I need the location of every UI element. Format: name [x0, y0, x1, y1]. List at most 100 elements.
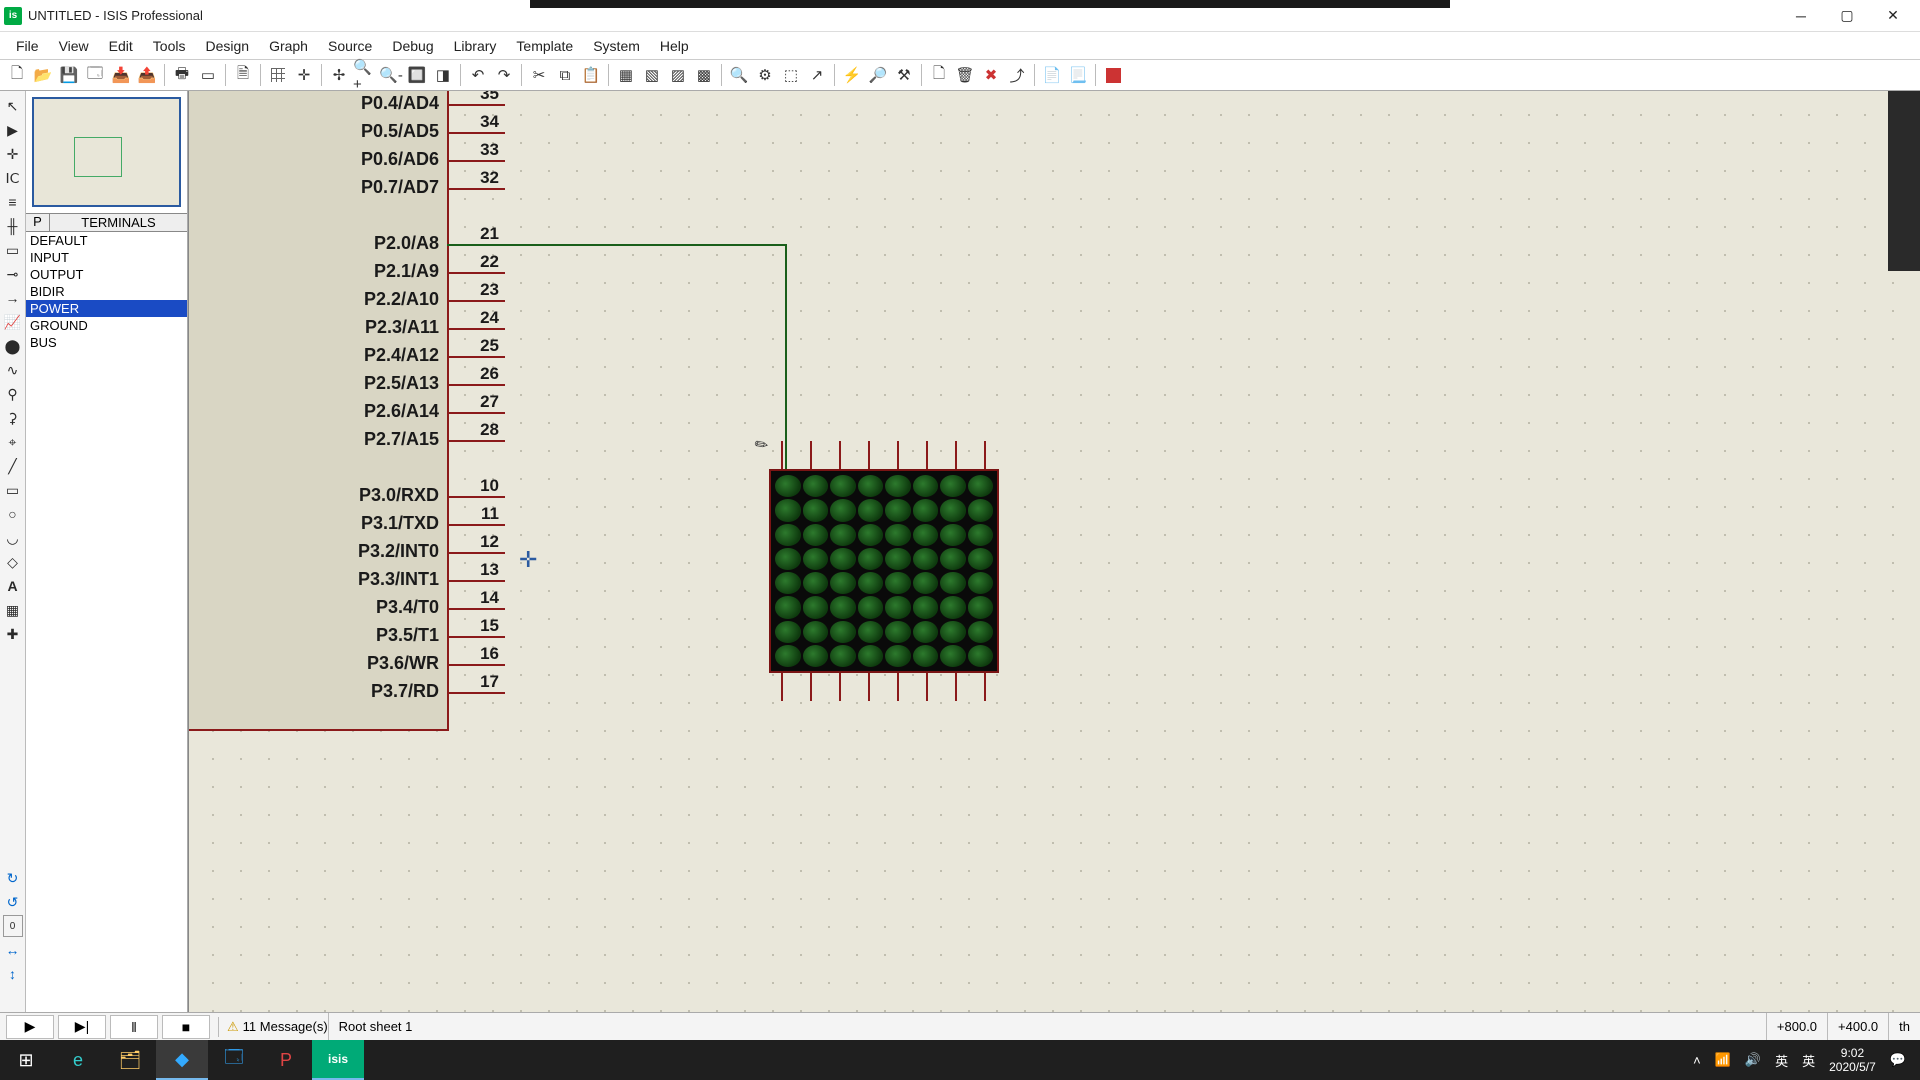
matrix-pin[interactable] — [897, 441, 899, 469]
instrument-icon[interactable]: ⌖ — [2, 431, 24, 453]
make-device-icon[interactable]: ⚙ — [752, 62, 778, 88]
action-center-icon[interactable]: 💬 — [1890, 1052, 1906, 1068]
export-icon[interactable]: 📤 — [134, 62, 160, 88]
tray-chevron-icon[interactable]: ˄ — [1693, 1053, 1701, 1068]
ime-indicator-2[interactable]: 英 — [1802, 1051, 1815, 1070]
list-item[interactable]: BIDIR — [26, 283, 187, 300]
matrix-pin[interactable] — [868, 673, 870, 701]
selector-list[interactable]: DEFAULT INPUT OUTPUT BIDIR POWER GROUND … — [26, 232, 187, 351]
arc-2d-icon[interactable]: ◡ — [2, 527, 24, 549]
pause-button[interactable]: ‖ — [110, 1015, 158, 1039]
start-button[interactable]: ⊞ — [0, 1040, 52, 1080]
bom-icon[interactable]: 📄 — [1039, 62, 1065, 88]
probe-v-icon[interactable]: ⚲ — [2, 383, 24, 405]
tape-mode-icon[interactable]: ⬤ — [2, 335, 24, 357]
menu-file[interactable]: File — [6, 35, 49, 57]
matrix-pin[interactable] — [897, 673, 899, 701]
block-move-icon[interactable]: ▧ — [639, 62, 665, 88]
mcu-component[interactable]: 35P0.4/AD434P0.5/AD533P0.6/AD632P0.7/AD7… — [189, 91, 449, 731]
line-2d-icon[interactable]: ╱ — [2, 455, 24, 477]
generator-icon[interactable]: ∿ — [2, 359, 24, 381]
circle-2d-icon[interactable]: ○ — [2, 503, 24, 525]
text-2d-icon[interactable]: A — [2, 575, 24, 597]
zoom-area-icon[interactable]: ◨ — [430, 62, 456, 88]
open-file-icon[interactable]: 📂 — [30, 62, 56, 88]
matrix-pin[interactable] — [926, 441, 928, 469]
matrix-pin[interactable] — [984, 441, 986, 469]
box-2d-icon[interactable]: ▭ — [2, 479, 24, 501]
messages-count[interactable]: 11 Message(s) — [243, 1019, 328, 1034]
list-item[interactable]: BUS — [26, 334, 187, 351]
property-icon[interactable]: ⚒ — [891, 62, 917, 88]
page-icon[interactable]: 🗎 — [230, 62, 256, 88]
isis-taskbar-icon[interactable]: isis — [312, 1040, 364, 1080]
list-item[interactable]: GROUND — [26, 317, 187, 334]
bus-mode-icon[interactable]: ╫ — [2, 215, 24, 237]
explorer-icon[interactable]: 🗂 — [104, 1040, 156, 1080]
matrix-pin[interactable] — [984, 673, 986, 701]
wire-auto-icon[interactable]: ⚡ — [839, 62, 865, 88]
list-item[interactable]: DEFAULT — [26, 232, 187, 249]
undo-icon[interactable]: ↶ — [465, 62, 491, 88]
list-item[interactable]: OUTPUT — [26, 266, 187, 283]
close-button[interactable]: ✕ — [1870, 0, 1916, 32]
new-sheet-icon[interactable]: 🗋 — [926, 62, 952, 88]
new-file-icon[interactable]: 🗋 — [4, 62, 30, 88]
netlist-ares-icon[interactable] — [1100, 62, 1126, 88]
center-icon[interactable]: ✢ — [326, 62, 352, 88]
block-rotate-icon[interactable]: ▨ — [665, 62, 691, 88]
matrix-pin[interactable] — [955, 441, 957, 469]
matrix-pin[interactable] — [868, 441, 870, 469]
paste-icon[interactable]: 📋 — [578, 62, 604, 88]
menu-edit[interactable]: Edit — [99, 35, 143, 57]
block-copy-icon[interactable]: ▦ — [613, 62, 639, 88]
remove-sheet-icon[interactable]: 🗑 — [952, 62, 978, 88]
taskbar-app-1[interactable]: ◆ — [156, 1040, 208, 1080]
path-2d-icon[interactable]: ◇ — [2, 551, 24, 573]
menu-graph[interactable]: Graph — [259, 35, 318, 57]
menu-system[interactable]: System — [583, 35, 650, 57]
rotate-cw-icon[interactable]: ↻ — [2, 867, 24, 889]
search-icon[interactable]: 🔎 — [865, 62, 891, 88]
junction-mode-icon[interactable]: ✛ — [2, 143, 24, 165]
region-icon[interactable]: 🗔 — [82, 62, 108, 88]
schematic-canvas[interactable]: 35P0.4/AD434P0.5/AD533P0.6/AD632P0.7/AD7… — [188, 91, 1920, 1012]
probe-i-icon[interactable]: ⚳ — [2, 407, 24, 429]
menu-library[interactable]: Library — [444, 35, 507, 57]
matrix-pin[interactable] — [781, 441, 783, 469]
print-icon[interactable]: 🖶 — [169, 62, 195, 88]
exit-sheet-icon[interactable]: ⤴ — [1004, 62, 1030, 88]
menu-debug[interactable]: Debug — [382, 35, 443, 57]
angle-input[interactable]: 0 — [3, 915, 23, 937]
menu-design[interactable]: Design — [195, 35, 259, 57]
maximize-button[interactable]: ▢ — [1824, 0, 1870, 32]
marker-icon[interactable]: ✚ — [2, 623, 24, 645]
edge-icon[interactable]: e — [52, 1040, 104, 1080]
taskbar-app-2[interactable]: 🗔 — [208, 1040, 260, 1080]
wifi-icon[interactable]: 📶 — [1715, 1052, 1731, 1068]
led-matrix-component[interactable] — [769, 441, 999, 701]
erc-icon[interactable]: 📃 — [1065, 62, 1091, 88]
taskbar-clock[interactable]: 9:02 2020/5/7 — [1829, 1046, 1876, 1075]
menu-source[interactable]: Source — [318, 35, 382, 57]
selection-mode-icon[interactable]: ↖ — [2, 95, 24, 117]
save-icon[interactable]: 💾 — [56, 62, 82, 88]
wire-segment[interactable] — [447, 244, 787, 246]
volume-icon[interactable]: 🔊 — [1745, 1052, 1761, 1068]
matrix-pin[interactable] — [839, 673, 841, 701]
ime-indicator-1[interactable]: 英 — [1775, 1051, 1788, 1070]
play-button[interactable]: ▶ — [6, 1015, 54, 1039]
minimize-button[interactable]: ─ — [1778, 0, 1824, 32]
list-item[interactable]: INPUT — [26, 249, 187, 266]
matrix-pin[interactable] — [926, 673, 928, 701]
matrix-pin[interactable] — [810, 441, 812, 469]
pin-mode-icon[interactable]: → — [2, 287, 24, 309]
component-mode-icon[interactable]: ▶ — [2, 119, 24, 141]
overview-preview[interactable] — [32, 97, 181, 207]
origin-icon[interactable]: ✛ — [291, 62, 317, 88]
subcircuit-icon[interactable]: ▭ — [2, 239, 24, 261]
zoom-in-icon[interactable]: 🔍+ — [352, 62, 378, 88]
redo-icon[interactable]: ↷ — [491, 62, 517, 88]
menu-tools[interactable]: Tools — [143, 35, 196, 57]
graph-mode-icon[interactable]: 📈 — [2, 311, 24, 333]
